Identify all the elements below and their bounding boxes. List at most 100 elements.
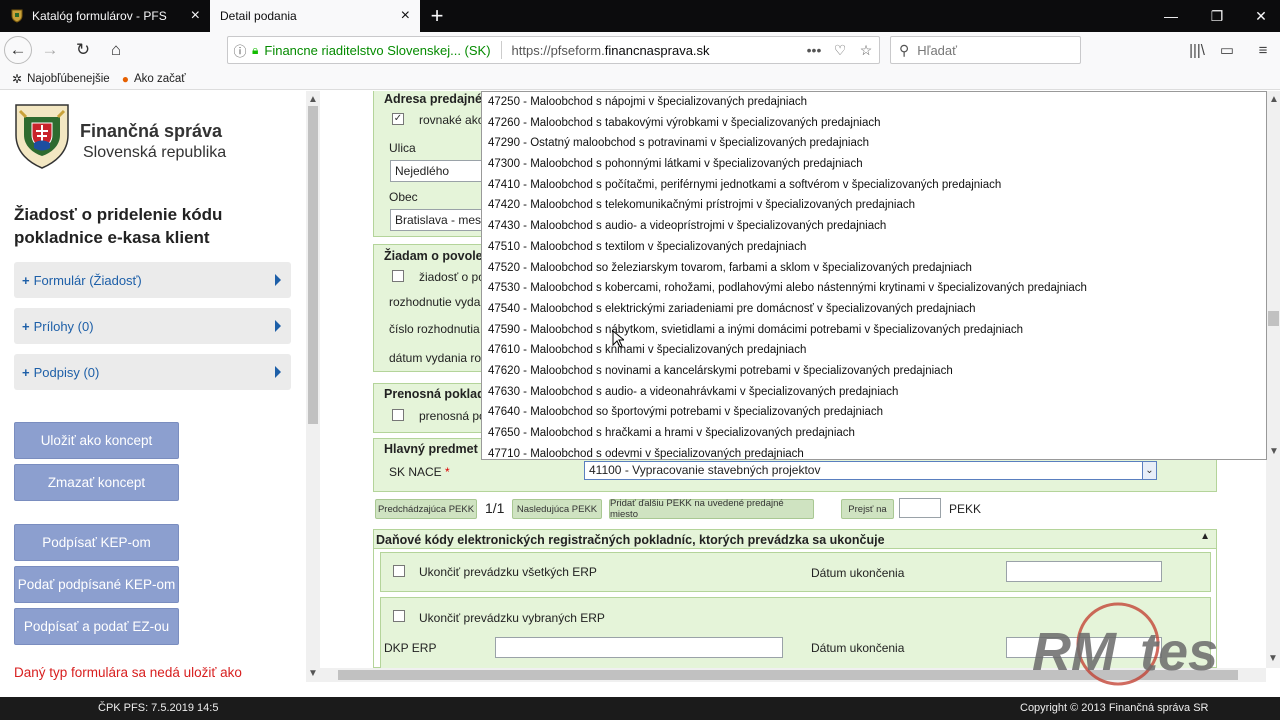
bookmark-most-visited[interactable]: ✲ Najobľúbenejšie bbox=[12, 72, 110, 86]
tab-detail[interactable]: Detail podania × bbox=[210, 0, 420, 32]
dropdown-option[interactable]: 47260 - Maloobchod s tabakovými výrobkam… bbox=[482, 113, 1266, 134]
sign-submit-ez-button[interactable]: Podpísať a podať EZ-ou bbox=[14, 608, 179, 645]
sk-nace-label: SK NACE * bbox=[389, 465, 450, 479]
dropdown-option[interactable]: 47620 - Maloobchod s novinami a kancelár… bbox=[482, 361, 1266, 382]
dropdown-option[interactable]: 47530 - Maloobchod s kobercami, rohožami… bbox=[482, 278, 1266, 299]
library-icon[interactable]: |||\ bbox=[1182, 35, 1212, 65]
accordion-form[interactable]: + Formulár (Žiadosť) bbox=[14, 262, 291, 298]
dropdown-option[interactable]: 47430 - Maloobchod s audio- a videopríst… bbox=[482, 216, 1266, 237]
end-all-label: Ukončiť prevádzku všetkých ERP bbox=[419, 565, 597, 579]
erp-heading: Daňové kódy elektronických registračných… bbox=[376, 533, 885, 547]
close-tab-icon[interactable]: × bbox=[401, 8, 410, 24]
same-address-label: rovnaké ako bbox=[419, 113, 485, 127]
page-scrollbar[interactable] bbox=[1266, 460, 1280, 668]
tab-label: Katalóg formulárov - PFS bbox=[32, 9, 167, 23]
close-window-icon[interactable]: ✕ bbox=[1238, 0, 1280, 32]
caret-right-icon bbox=[275, 366, 281, 378]
dropdown-option[interactable]: 47630 - Maloobchod s audio- a videonahrá… bbox=[482, 382, 1266, 403]
erp-section-header[interactable]: Daňové kódy elektronických registračných… bbox=[373, 529, 1217, 549]
dropdown-option[interactable]: 47510 - Maloobchod s textilom v špeciali… bbox=[482, 237, 1266, 258]
scroll-down-icon[interactable]: ▼ bbox=[306, 668, 320, 679]
end-all-checkbox[interactable] bbox=[393, 565, 405, 577]
page-scroll-down-icon[interactable]: ▼ bbox=[1266, 653, 1280, 664]
next-pekk-button[interactable]: Nasledujúca PEKK bbox=[512, 499, 602, 519]
portable-checkbox[interactable] bbox=[392, 409, 404, 421]
dropdown-option[interactable]: 47300 - Maloobchod s pohonnými látkami v… bbox=[482, 154, 1266, 175]
dropdown-option[interactable]: 47650 - Maloobchod s hračkami a hrami v … bbox=[482, 423, 1266, 444]
sk-nace-dropdown-list[interactable]: 47250 - Maloobchod s nápojmi v špecializ… bbox=[481, 91, 1267, 460]
dropdown-option[interactable]: 47710 - Maloobchod s odevmi v špecializo… bbox=[482, 444, 1266, 459]
dropdown-option[interactable]: 47420 - Maloobchod s telekomunikačnými p… bbox=[482, 195, 1266, 216]
previous-pekk-button[interactable]: Predchádzajúca PEKK bbox=[375, 499, 477, 519]
forward-button[interactable]: → bbox=[35, 35, 65, 65]
dropdown-option[interactable]: 47590 - Maloobchod s nábytkom, svietidla… bbox=[482, 320, 1266, 341]
minimize-icon[interactable]: — bbox=[1148, 0, 1194, 32]
reload-icon[interactable]: ↻ bbox=[68, 35, 98, 65]
org-name: Finančná správa bbox=[80, 121, 223, 141]
bookmark-star-icon[interactable]: ☆ bbox=[853, 42, 879, 59]
end-all-panel: Ukončiť prevádzku všetkých ERP Dátum uko… bbox=[380, 552, 1211, 592]
dropdown-scroll-up-icon[interactable]: ▲ bbox=[1267, 94, 1280, 105]
add-pekk-button[interactable]: Pridať ďalšiu PEKK na uvedené predajné m… bbox=[609, 498, 814, 520]
goto-page-input[interactable] bbox=[899, 498, 941, 518]
sign-kep-button[interactable]: Podpísať KEP-om bbox=[14, 524, 179, 561]
sidebar-scrollbar-thumb[interactable] bbox=[308, 106, 318, 424]
required-marker: * bbox=[445, 465, 450, 479]
new-tab-button[interactable]: + bbox=[420, 0, 454, 32]
lock-icon[interactable]: 🔒︎ bbox=[252, 43, 258, 58]
sidebar-toggle-icon[interactable]: ▭ bbox=[1212, 35, 1242, 65]
bookmark-label: Ako začať bbox=[133, 72, 186, 85]
maximize-icon[interactable]: ❐ bbox=[1194, 0, 1240, 32]
end-selected-checkbox[interactable] bbox=[393, 610, 405, 622]
accordion-attachments[interactable]: + Prílohy (0) bbox=[14, 308, 291, 344]
search-icon: ⚲ bbox=[899, 41, 910, 58]
home-icon[interactable]: ⌂ bbox=[101, 35, 131, 65]
sk-nace-select[interactable]: 41100 - Vypracovanie stavebných projekto… bbox=[584, 461, 1145, 480]
bookmarks-bar: ✲ Najobľúbenejšie ● Ako začať bbox=[0, 68, 1280, 90]
url-bar[interactable]: ⓘ 🔒︎ Financne riaditelstvo Slovenskej...… bbox=[227, 36, 880, 64]
dkp-input[interactable] bbox=[495, 637, 783, 658]
footer-version: ČPK PFS: 7.5.2019 14:5 bbox=[98, 702, 219, 714]
end-date-label: Dátum ukončenia bbox=[811, 566, 905, 580]
accordion-label: Formulár (Žiadosť) bbox=[33, 272, 142, 288]
dropdown-scroll-down-icon[interactable]: ▼ bbox=[1267, 446, 1280, 457]
same-address-checkbox[interactable]: ✓ bbox=[392, 113, 404, 125]
scroll-up-icon[interactable]: ▲ bbox=[306, 94, 320, 105]
dropdown-option[interactable]: 47410 - Maloobchod s počítačmi, periférn… bbox=[482, 175, 1266, 196]
tab-catalog[interactable]: Katalóg formulárov - PFS × bbox=[0, 0, 210, 32]
dropdown-option[interactable]: 47640 - Maloobchod so športovými potreba… bbox=[482, 402, 1266, 423]
dropdown-scrollbar-thumb[interactable] bbox=[1268, 311, 1279, 326]
end-date-input[interactable] bbox=[1006, 561, 1162, 582]
page-actions-icon[interactable]: ••• bbox=[801, 42, 827, 58]
chevron-down-icon[interactable]: ⌄ bbox=[1142, 461, 1157, 480]
dropdown-option[interactable]: 47290 - Ostatný maloobchod s potravinami… bbox=[482, 133, 1266, 154]
back-button[interactable]: ← bbox=[4, 36, 32, 64]
browser-window: Katalóg formulárov - PFS × Detail podani… bbox=[0, 0, 1280, 720]
dropdown-scrollbar[interactable] bbox=[1267, 91, 1280, 460]
mouse-cursor-icon bbox=[612, 329, 626, 351]
bookmark-getting-started[interactable]: ● Ako začať bbox=[122, 72, 186, 86]
close-tab-icon[interactable]: × bbox=[191, 8, 200, 24]
site-identity[interactable]: Financne riaditelstvo Slovenskej... (SK) bbox=[264, 43, 490, 58]
dropdown-option[interactable]: 47540 - Maloobchod s elektrickými zariad… bbox=[482, 299, 1266, 320]
save-draft-button[interactable]: Uložiť ako koncept bbox=[14, 422, 179, 459]
info-icon[interactable]: ⓘ bbox=[228, 41, 252, 60]
city-label: Obec bbox=[389, 190, 418, 204]
request-checkbox[interactable] bbox=[392, 270, 404, 282]
collapse-caret-icon[interactable]: ▲ bbox=[1200, 531, 1210, 542]
submit-kep-button[interactable]: Podať podpísané KEP-om bbox=[14, 566, 179, 603]
dropdown-option[interactable]: 47520 - Maloobchod so železiarskym tovar… bbox=[482, 258, 1266, 279]
goto-button[interactable]: Prejsť na bbox=[841, 499, 894, 519]
delete-draft-button[interactable]: Zmazať koncept bbox=[14, 464, 179, 501]
dropdown-option[interactable]: 47610 - Maloobchod s knihami v špecializ… bbox=[482, 340, 1266, 361]
menu-icon[interactable]: ≡ bbox=[1248, 35, 1278, 65]
url-text[interactable]: https://pfseform.financnasprava.sk bbox=[512, 43, 801, 58]
tab-label: Detail podania bbox=[220, 9, 297, 23]
search-bar[interactable]: ⚲ Hľadať bbox=[890, 36, 1081, 64]
dropdown-option[interactable]: 47250 - Maloobchod s nápojmi v špecializ… bbox=[482, 92, 1266, 113]
tab-strip: Katalóg formulárov - PFS × Detail podani… bbox=[0, 0, 1280, 32]
address-heading: Adresa predajné bbox=[384, 92, 482, 106]
accordion-signatures[interactable]: + Podpisy (0) bbox=[14, 354, 291, 390]
pocket-icon[interactable]: ♡ bbox=[827, 42, 853, 59]
end-date-label-2: Dátum ukončenia bbox=[811, 641, 905, 655]
